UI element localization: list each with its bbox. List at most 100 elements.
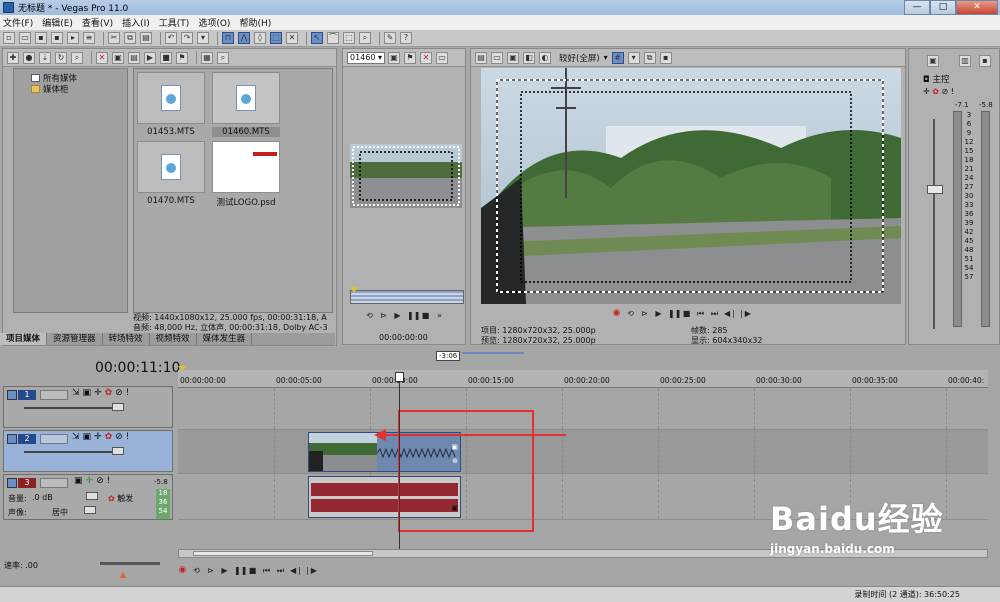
timeline-loop-icon[interactable]: ⟲ — [192, 566, 201, 575]
event-fx-icon[interactable]: ✎ — [384, 32, 396, 44]
import-media-icon[interactable]: ✚ — [7, 51, 19, 64]
history-icon[interactable]: ▾ — [197, 32, 209, 44]
track-minimize-icon[interactable] — [7, 390, 17, 400]
loop-region-bar[interactable] — [462, 352, 524, 354]
copy-icon[interactable]: ⧉ — [124, 32, 136, 44]
media-fx-icon[interactable]: ▣ — [112, 51, 124, 64]
trimmer-more-icon[interactable]: » — [435, 311, 444, 320]
menu-help[interactable]: 帮助(H) — [239, 16, 271, 29]
overlay-dropdown-icon[interactable]: ▾ — [627, 51, 640, 64]
track-level-slider[interactable] — [112, 447, 124, 455]
track-mute-icon[interactable]: ⊘ — [96, 476, 107, 486]
menu-options[interactable]: 选项(O) — [198, 16, 230, 29]
external-monitor-icon[interactable]: ▭ — [491, 51, 503, 64]
whats-this-icon[interactable]: ? — [400, 32, 412, 44]
track-solo-icon[interactable]: ! — [107, 476, 114, 486]
quality-dropdown-icon[interactable]: ▾ — [604, 53, 608, 62]
track-header-1[interactable]: 1 ⇲▣✛✿⊘! — [3, 386, 173, 428]
track-fx-icon[interactable]: ▣ — [83, 388, 95, 398]
next-frame-icon[interactable]: ❘▶ — [738, 309, 751, 318]
auto-ripple-icon[interactable]: ⋀ — [238, 32, 250, 44]
copy-snapshot-icon[interactable]: ⧉ — [643, 51, 656, 64]
trimmer-stop-icon[interactable]: ■ — [421, 311, 430, 320]
tab-project-media[interactable]: 项目媒体 — [0, 333, 48, 345]
master-fx-icon[interactable]: ▣ — [927, 55, 939, 67]
save-as-icon[interactable]: ▪ — [51, 32, 63, 44]
render-icon[interactable]: ▸ — [67, 32, 79, 44]
stop-icon[interactable]: ■ — [682, 309, 691, 318]
go-to-start-icon[interactable]: ⏮ — [696, 309, 705, 318]
play-media-icon[interactable]: ▶ — [144, 51, 156, 64]
record-icon[interactable]: ◉ — [612, 309, 621, 318]
tab-media-generators[interactable]: 媒体发生器 — [197, 333, 253, 345]
timeline-go-end-icon[interactable]: ⏭ — [276, 566, 285, 575]
stop-media-icon[interactable]: ■ — [160, 51, 172, 64]
trimmer-loop-icon[interactable]: ⟲ — [365, 311, 374, 320]
track-minimize-icon[interactable] — [7, 434, 17, 444]
track-name-field[interactable] — [40, 390, 68, 400]
play-icon[interactable]: ▶ — [654, 309, 663, 318]
tree-item-all-media[interactable]: 所有媒体 — [17, 72, 124, 84]
crossfade-icon[interactable]: ✕ — [286, 32, 298, 44]
track-header-3[interactable]: 3 ▣✛⊘! -5.8 音量: .0 dB ✿ 触发 声像: 居中 18 36 54 — [3, 474, 173, 520]
loop-icon[interactable]: ⟲ — [626, 309, 635, 318]
volume-slider[interactable] — [86, 492, 98, 500]
track-fx-icon[interactable]: ▣ — [83, 432, 95, 442]
snapping-icon[interactable]: ⊓ — [222, 32, 234, 44]
capture-icon[interactable]: ● — [23, 51, 35, 64]
tab-video-fx[interactable]: 视频特效 — [150, 333, 197, 345]
master-downmix-icon[interactable]: ▥ — [959, 55, 971, 67]
tree-item-media-bin[interactable]: 媒体柜 — [17, 83, 124, 95]
undo-icon[interactable]: ↶ — [165, 32, 177, 44]
go-to-end-icon[interactable]: ⏭ — [710, 309, 719, 318]
menu-tools[interactable]: 工具(T) — [159, 16, 190, 29]
tab-explorer[interactable]: 资源管理器 — [47, 333, 103, 345]
media-thumb-01453[interactable] — [137, 72, 205, 124]
master-mute-icon[interactable]: ⊘ — [942, 87, 949, 96]
track-composite-icon[interactable]: ✛ — [94, 388, 105, 398]
menu-file[interactable]: 文件(F) — [3, 16, 33, 29]
prev-frame-icon[interactable]: ◀❘ — [724, 309, 737, 318]
zoom-tool-icon[interactable]: ⌕ — [359, 32, 371, 44]
overlays-icon[interactable]: # — [611, 51, 624, 64]
track-minimize-icon[interactable] — [7, 478, 17, 488]
master-solo-icon[interactable]: ! — [951, 87, 954, 96]
track-name-field[interactable] — [40, 434, 68, 444]
selection-tool-icon[interactable]: ⬚ — [343, 32, 355, 44]
rate-slider[interactable] — [100, 562, 160, 565]
split-screen-icon[interactable]: ◧ — [523, 51, 535, 64]
menu-insert[interactable]: 插入(I) — [122, 16, 150, 29]
open-icon[interactable]: ▭ — [19, 32, 31, 44]
trimmer-play-icon[interactable]: ▶ — [393, 311, 402, 320]
trimmer-pause-icon[interactable]: ❚❚ — [407, 311, 420, 320]
master-fx-chain-icon[interactable]: ✿ — [932, 87, 939, 96]
save-snapshot-icon[interactable]: ▪ — [659, 51, 672, 64]
envelope-tool-icon[interactable]: ⌒ — [327, 32, 339, 44]
video-fx-icon[interactable]: ▣ — [507, 51, 519, 64]
search-icon[interactable]: ⌕ — [71, 51, 83, 64]
pan-slider[interactable] — [84, 506, 96, 514]
track-settings-icon[interactable]: ✿ — [105, 432, 116, 442]
track-motion-icon[interactable]: ⇲ — [72, 432, 83, 442]
trimmer-timeline[interactable] — [350, 290, 464, 304]
cut-icon[interactable]: ✂ — [108, 32, 120, 44]
track-settings-icon[interactable]: ✿ — [105, 388, 116, 398]
track-header-2[interactable]: 2 ⇲▣✛✿⊘! — [3, 430, 173, 472]
preview-quality-select[interactable]: 较好(全屏) — [559, 52, 600, 64]
track-solo-icon[interactable]: ! — [126, 388, 133, 398]
time-ruler[interactable]: 00:00:00:00 00:00:05:00 00:00:10:00 00:0… — [178, 370, 988, 388]
timeline-stop-icon[interactable]: ■ — [248, 566, 257, 575]
trimmer-clip-select[interactable]: 01460 ▾ — [347, 51, 385, 64]
trimmer-fx-icon[interactable]: ▣ — [388, 51, 400, 64]
track-motion-icon[interactable]: ⇲ — [72, 388, 83, 398]
trimmer-remove-icon[interactable]: ✕ — [420, 51, 432, 64]
track-mute-icon[interactable]: ⊘ — [115, 432, 126, 442]
track-solo-icon[interactable]: ! — [126, 432, 133, 442]
playhead-cursor[interactable] — [399, 373, 400, 553]
timeline-play-from-start-icon[interactable]: ⊳ — [206, 566, 215, 575]
timeline-next-frame-icon[interactable]: ❘▶ — [304, 566, 317, 575]
track-lane-2[interactable] — [178, 430, 988, 474]
auto-preview-icon[interactable]: ⚑ — [176, 51, 188, 64]
help-search-icon[interactable]: ⌕ — [217, 51, 229, 64]
ignore-grouping-icon[interactable]: ⬚ — [270, 32, 282, 44]
